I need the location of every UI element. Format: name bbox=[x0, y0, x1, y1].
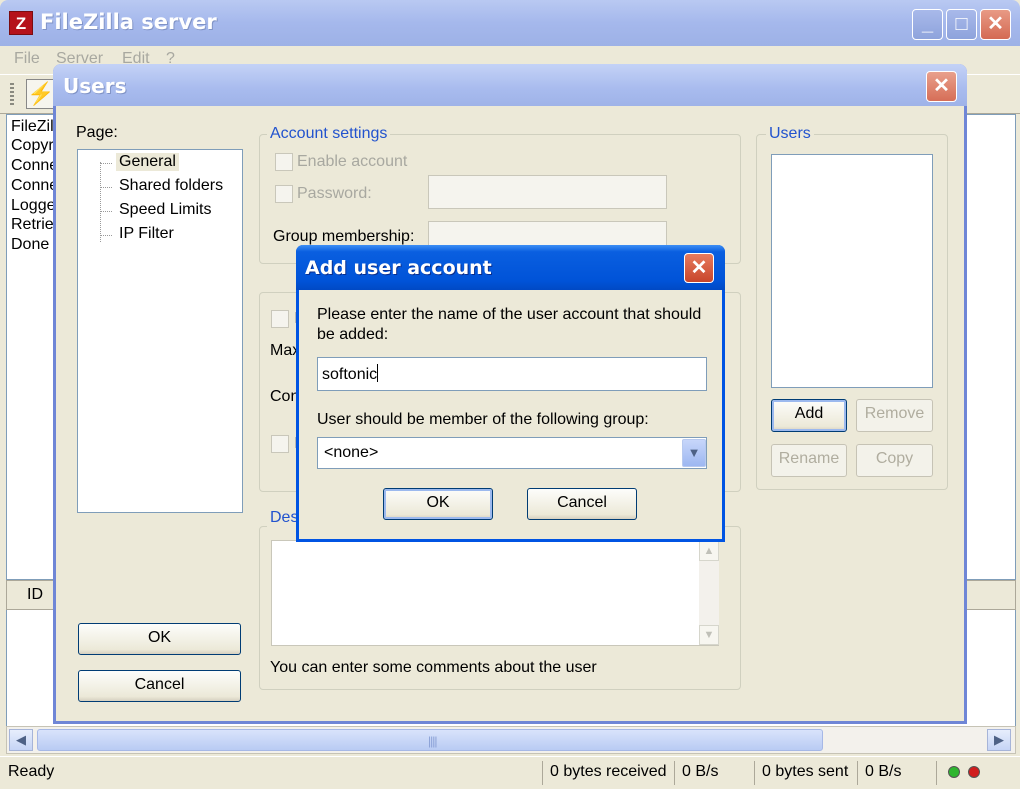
window-title: FileZilla server bbox=[40, 10, 217, 34]
status-separator bbox=[674, 761, 675, 785]
red-led-icon bbox=[968, 766, 980, 778]
filezilla-app-icon: Z bbox=[9, 11, 33, 35]
users-ok-button[interactable]: OK bbox=[78, 623, 241, 655]
status-separator bbox=[857, 761, 858, 785]
maximize-button[interactable]: □ bbox=[946, 9, 977, 40]
status-bytes-sent: 0 bytes sent bbox=[762, 763, 849, 780]
toolbar-grip[interactable] bbox=[10, 83, 14, 107]
tree-item-label: Speed Limits bbox=[119, 201, 212, 218]
account-settings-title: Account settings bbox=[267, 125, 391, 143]
chevron-down-icon[interactable]: ▼ bbox=[682, 439, 706, 467]
group-membership-label: Group membership: bbox=[273, 228, 415, 245]
enable-account-checkbox[interactable] bbox=[275, 153, 293, 171]
password-checkbox[interactable] bbox=[275, 185, 293, 203]
add-user-titlebar[interactable]: Add user account ✕ bbox=[296, 245, 725, 290]
users-cancel-button[interactable]: Cancel bbox=[78, 670, 241, 702]
users-list[interactable] bbox=[771, 154, 933, 388]
column-header-id[interactable]: ID bbox=[27, 586, 43, 604]
description-textarea[interactable]: ▲ ▼ bbox=[271, 540, 719, 646]
password-label: Password: bbox=[297, 185, 372, 202]
group-select-value: <none> bbox=[324, 444, 379, 461]
tree-connector bbox=[100, 162, 101, 242]
add-user-button[interactable]: Add bbox=[771, 399, 847, 432]
user-name-value: softonic bbox=[322, 366, 378, 383]
status-bytes-received: 0 bytes received bbox=[550, 763, 667, 780]
log-line: Copyr bbox=[11, 137, 54, 154]
close-button[interactable]: ✕ bbox=[980, 9, 1011, 40]
users-group-title: Users bbox=[766, 125, 814, 143]
scroll-right-icon[interactable]: ▶ bbox=[987, 729, 1011, 751]
status-send-rate: 0 B/s bbox=[865, 763, 902, 780]
users-close-button[interactable]: ✕ bbox=[926, 71, 957, 102]
add-user-title: Add user account bbox=[305, 257, 492, 279]
status-separator bbox=[936, 761, 937, 785]
log-line: Logge bbox=[11, 197, 56, 214]
log-line: Conne bbox=[11, 177, 59, 194]
description-hint: You can enter some comments about the us… bbox=[270, 659, 597, 676]
status-bar: Ready 0 bytes received 0 B/s 0 bytes sen… bbox=[0, 756, 1020, 789]
status-separator bbox=[542, 761, 543, 785]
rename-user-button[interactable]: Rename bbox=[771, 444, 847, 477]
tree-item-label: IP Filter bbox=[119, 225, 174, 242]
users-dialog-title: Users bbox=[63, 74, 127, 98]
description-scrollbar[interactable]: ▲ ▼ bbox=[699, 541, 719, 645]
enable-account-label: Enable account bbox=[297, 153, 408, 170]
scroll-up-icon[interactable]: ▲ bbox=[699, 541, 719, 561]
log-line: Done bbox=[11, 236, 50, 253]
text-caret bbox=[377, 364, 379, 382]
scroll-grip-icon: |||| bbox=[428, 734, 438, 748]
scroll-thumb[interactable]: |||| bbox=[37, 729, 823, 751]
force-checkbox[interactable] bbox=[271, 435, 289, 453]
main-titlebar[interactable]: Z FileZilla server _ □ ✕ bbox=[0, 0, 1020, 46]
add-user-dialog: Add user account ✕ Please enter the name… bbox=[296, 245, 725, 542]
lightning-icon[interactable]: ⚡ bbox=[26, 79, 56, 109]
horizontal-scrollbar[interactable]: ◀ |||| ▶ bbox=[6, 726, 1016, 754]
add-user-prompt: Please enter the name of the user accoun… bbox=[317, 306, 702, 343]
users-dialog-titlebar[interactable]: Users ✕ bbox=[53, 64, 967, 106]
connections-label: Con bbox=[270, 388, 300, 405]
page-tree: General Shared folders Speed Limits IP F… bbox=[77, 149, 243, 513]
user-name-input[interactable]: softonic bbox=[317, 357, 707, 391]
green-led-icon bbox=[948, 766, 960, 778]
log-line: Conne bbox=[11, 157, 59, 174]
status-ready: Ready bbox=[8, 763, 55, 780]
limits-checkbox[interactable] bbox=[271, 310, 289, 328]
group-label: User should be member of the following g… bbox=[317, 411, 649, 428]
minimize-button[interactable]: _ bbox=[912, 9, 943, 40]
copy-user-button[interactable]: Copy bbox=[856, 444, 933, 477]
password-input[interactable] bbox=[428, 175, 667, 209]
remove-user-button[interactable]: Remove bbox=[856, 399, 933, 432]
group-select[interactable]: <none> ▼ bbox=[317, 437, 707, 469]
add-user-ok-button[interactable]: OK bbox=[383, 488, 493, 520]
add-user-close-button[interactable]: ✕ bbox=[684, 253, 714, 283]
scroll-left-icon[interactable]: ◀ bbox=[9, 729, 33, 751]
page-label: Page: bbox=[76, 124, 118, 141]
add-user-cancel-button[interactable]: Cancel bbox=[527, 488, 637, 520]
tree-item-label: General bbox=[116, 153, 179, 171]
status-receive-rate: 0 B/s bbox=[682, 763, 719, 780]
scroll-down-icon[interactable]: ▼ bbox=[699, 625, 719, 645]
log-line: Retrie bbox=[11, 216, 54, 233]
log-line: FileZil bbox=[11, 118, 54, 135]
tree-item-label: Shared folders bbox=[119, 177, 224, 194]
menu-file[interactable]: File bbox=[14, 50, 40, 68]
status-separator bbox=[754, 761, 755, 785]
